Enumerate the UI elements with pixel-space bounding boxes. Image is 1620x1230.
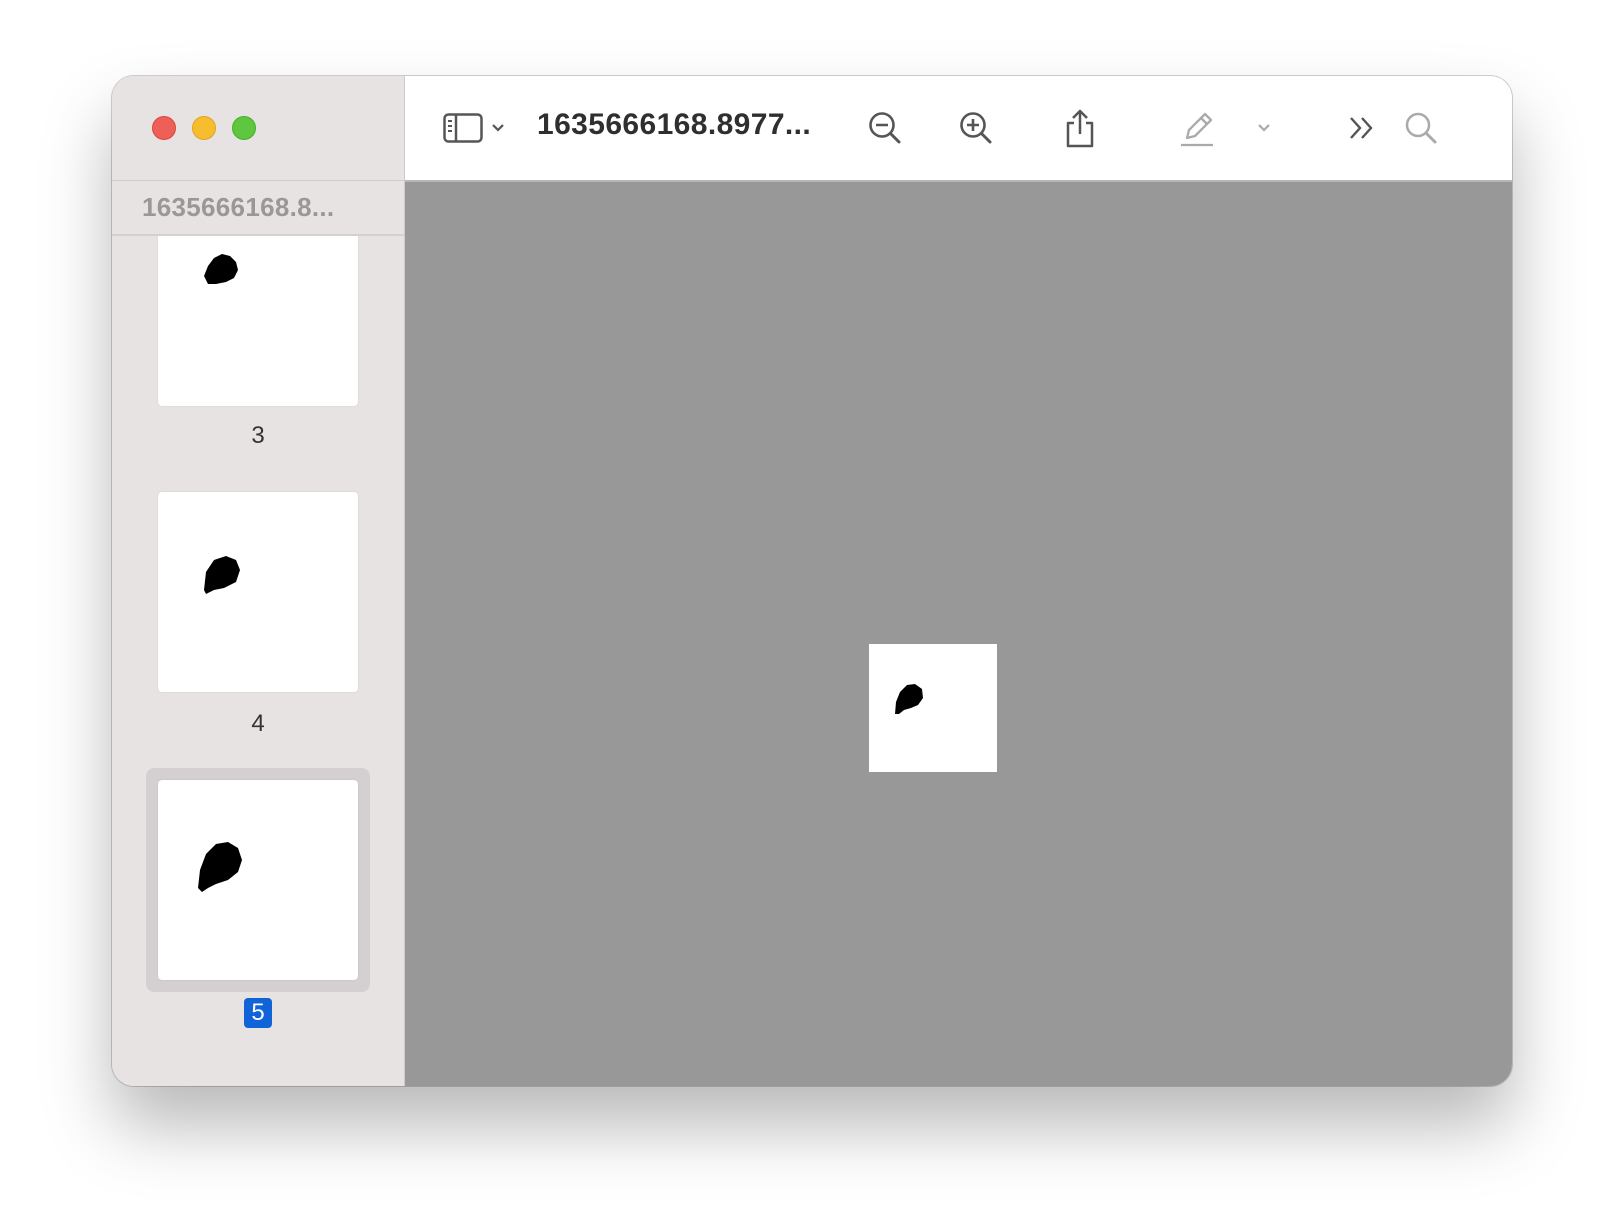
blob-image	[204, 556, 240, 594]
page-thumbnail-4[interactable]	[158, 492, 358, 692]
sidebar-toggle-icon[interactable]	[443, 106, 483, 150]
preview-window: 1635666168.8... 3 4 5 1635666168.8977...	[112, 76, 1512, 1086]
thumbnail-list[interactable]: 3 4 5	[112, 236, 404, 1086]
chevron-down-icon[interactable]	[1255, 106, 1273, 150]
zoom-out-icon[interactable]	[867, 106, 903, 150]
more-tools-icon[interactable]	[1348, 106, 1376, 150]
page-thumbnail-3[interactable]	[158, 236, 358, 406]
page-label-4: 4	[251, 710, 265, 737]
toolbar: 1635666168.8977...	[405, 76, 1512, 182]
page-label-5: 5	[112, 998, 404, 1028]
document-title: 1635666168.8977...	[537, 108, 812, 141]
blob-image	[204, 254, 238, 284]
minimize-button[interactable]	[192, 116, 216, 140]
current-page	[869, 644, 997, 772]
blob-image	[895, 684, 923, 714]
blob-image	[198, 842, 242, 892]
document-canvas[interactable]	[405, 182, 1512, 1086]
search-icon[interactable]	[1404, 106, 1438, 150]
sidebar: 1635666168.8... 3 4 5	[112, 76, 405, 1086]
page-label-3: 3	[251, 422, 265, 449]
selected-page-badge: 5	[244, 998, 272, 1028]
share-icon[interactable]	[1064, 106, 1096, 150]
sidebar-title: 1635666168.8...	[142, 192, 335, 222]
markup-pen-icon[interactable]	[1179, 106, 1215, 150]
chevron-down-icon[interactable]	[489, 106, 507, 150]
close-button[interactable]	[152, 116, 176, 140]
sidebar-header-divider	[112, 180, 404, 181]
zoom-button[interactable]	[232, 116, 256, 140]
zoom-in-icon[interactable]	[958, 106, 994, 150]
page-thumbnail-5[interactable]	[158, 780, 358, 980]
